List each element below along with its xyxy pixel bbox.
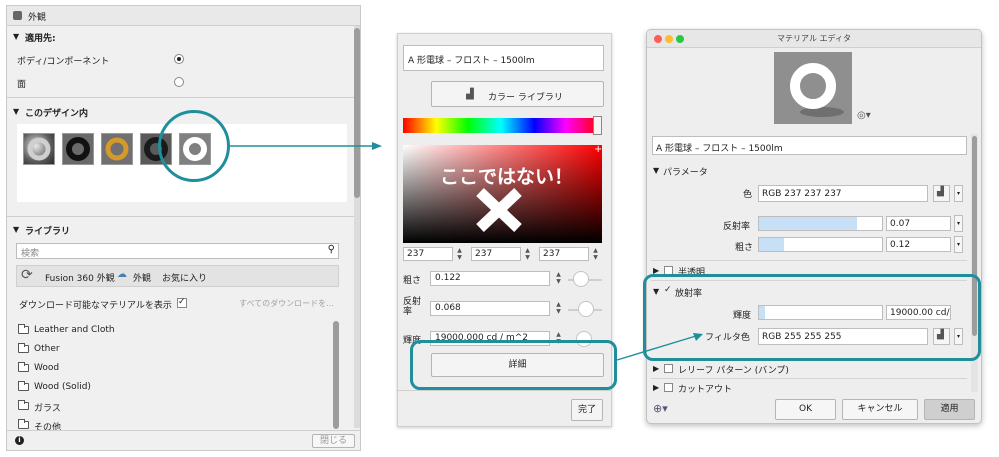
annotation-arrow-line [616,335,697,361]
annotation-arrows [230,142,703,361]
annotation-arrow-head [372,142,382,150]
annotation-arrow-head [693,333,703,341]
